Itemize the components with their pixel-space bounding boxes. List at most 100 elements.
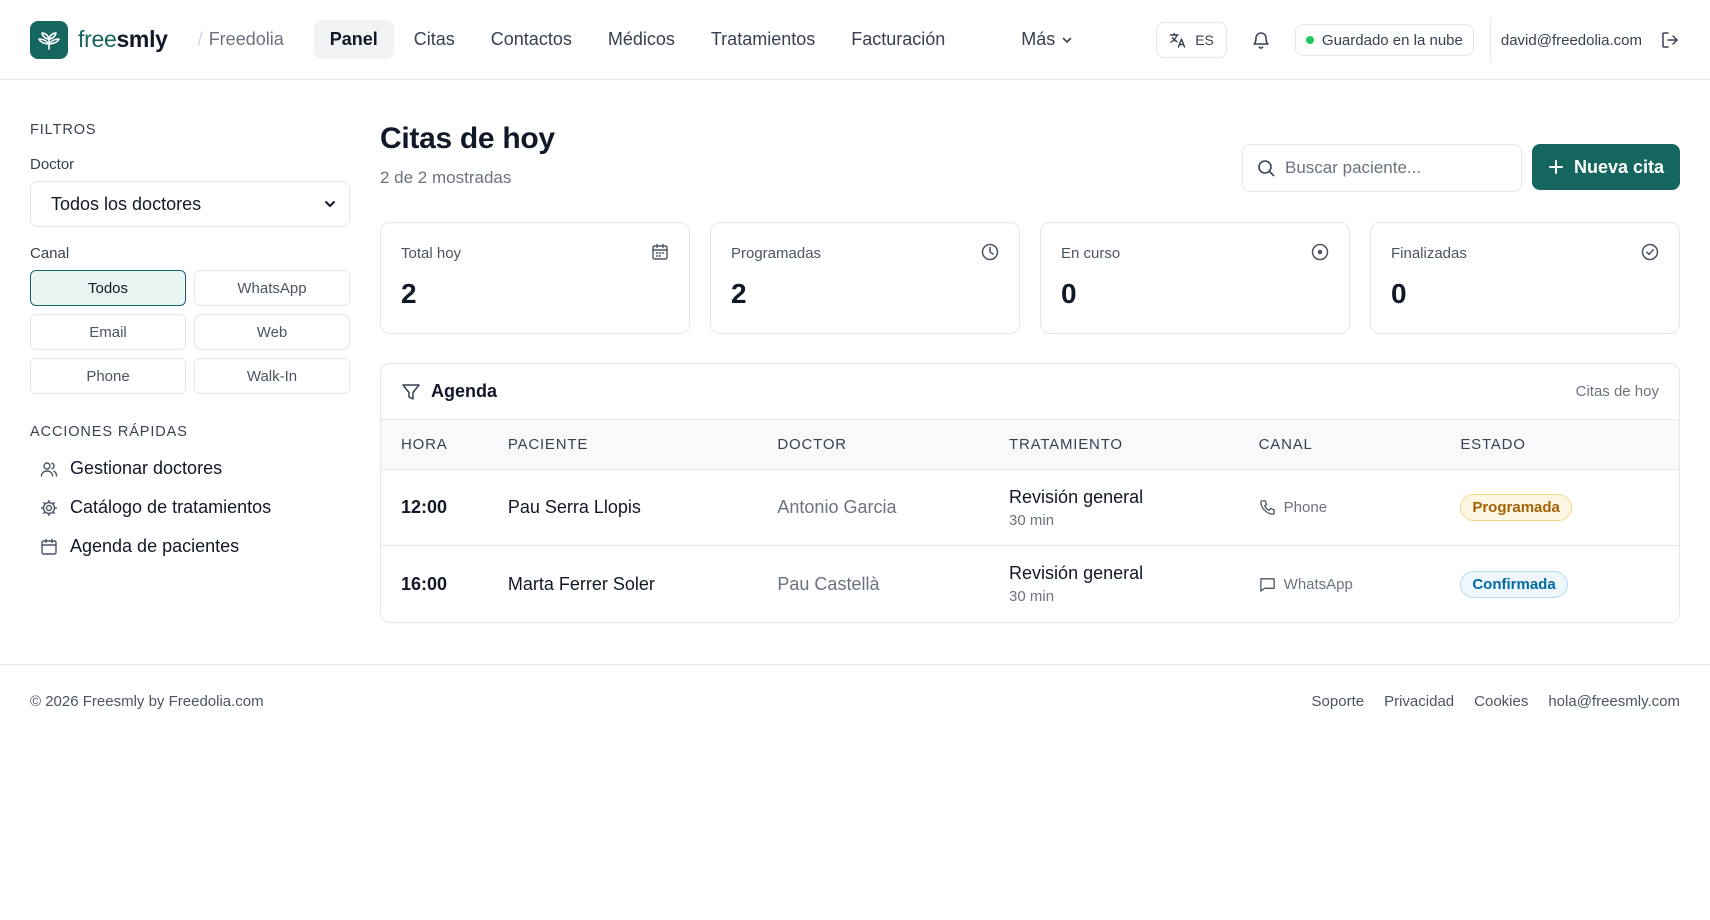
stat-value: 2 (731, 278, 747, 309)
brand-name-smly: smly (116, 26, 168, 52)
quick-actions-title: ACCIONES RÁPIDAS (30, 424, 188, 440)
channel-filter: Todos WhatsApp Email Web Phone Walk-In (30, 270, 350, 394)
agenda-subtitle: Citas de hoy (1575, 383, 1659, 400)
top-header: freesmly / Freedolia Panel Citas Contacto… (0, 0, 1710, 80)
status-badge: Programada (1460, 494, 1572, 521)
calendar-icon (40, 538, 58, 556)
header-divider (1489, 18, 1491, 62)
treatment-name: Revisión general (1009, 486, 1144, 507)
quick-action-patient-agenda[interactable]: Agenda de pacientes (30, 536, 350, 557)
header-actions: ES Guardado en la nube david@freedolia.c… (1156, 0, 1680, 80)
phone-icon (1259, 499, 1276, 516)
nav-tratamientos[interactable]: Tratamientos (695, 20, 831, 59)
column-header-paciente: PACIENTE (507, 436, 589, 453)
user-email[interactable]: david@freedolia.com (1501, 32, 1642, 49)
table-row[interactable]: 16:00 Marta Ferrer Soler Pau Castellà Re… (381, 546, 1679, 622)
language-button[interactable]: ES (1156, 22, 1227, 58)
cloud-status: Guardado en la nube (1294, 24, 1474, 56)
message-icon (1259, 576, 1276, 593)
footer-link-contact-email[interactable]: hola@freesmly.com (1548, 693, 1680, 710)
appointment-time: 12:00 (401, 497, 448, 517)
column-header-estado: ESTADO (1460, 436, 1526, 453)
org-separator: / (197, 29, 203, 49)
channel-chip-phone[interactable]: Phone (30, 358, 186, 394)
column-header-hora: HORA (401, 436, 448, 453)
column-header-canal: CANAL (1258, 436, 1313, 453)
stat-label: Programadas (731, 245, 822, 262)
new-appointment-button[interactable]: Nueva cita (1532, 144, 1680, 190)
appointment-treatment: Revisión general 30 min (1009, 487, 1259, 529)
stat-value: 2 (401, 278, 417, 309)
nav-more[interactable]: Más (1005, 20, 1089, 59)
doctor-select-value: Todos los doctores (51, 193, 202, 214)
stat-card-finished: Finalizadas 0 (1370, 222, 1680, 334)
main-nav: Panel Citas Contactos Médicos Tratamient… (313, 20, 1090, 59)
nav-contactos[interactable]: Contactos (475, 20, 588, 59)
filters-title: FILTROS (30, 122, 97, 138)
footer-links: Soporte Privacidad Cookies hola@freesmly… (1312, 693, 1680, 710)
cloud-status-dot (1305, 36, 1314, 44)
notifications-button[interactable] (1251, 30, 1271, 50)
channel-chip-todos[interactable]: Todos (30, 270, 186, 306)
appointment-doctor: Antonio Garcia (777, 497, 897, 517)
appointment-channel: WhatsApp (1259, 576, 1461, 593)
brand-name: freesmly (78, 26, 168, 53)
chevron-down-icon (1061, 34, 1073, 46)
quick-action-label: Catálogo de tratamientos (70, 497, 272, 517)
copyright: © 2026 Freesmly by Freedolia.com (30, 693, 264, 710)
nav-more-label: Más (1021, 29, 1056, 49)
channel-chip-email[interactable]: Email (30, 314, 186, 350)
agenda-title: Agenda (431, 381, 498, 401)
channel-label: Phone (1283, 499, 1328, 516)
channel-chip-web[interactable]: Web (194, 314, 350, 350)
footer-link-privacidad[interactable]: Privacidad (1384, 693, 1454, 710)
stat-value: 0 (1391, 278, 1407, 309)
plus-icon (1548, 159, 1564, 175)
quick-action-label: Agenda de pacientes (70, 536, 240, 556)
new-appointment-label: Nueva cita (1573, 156, 1665, 177)
appointment-status: Programada (1460, 494, 1679, 521)
footer-link-soporte[interactable]: Soporte (1312, 693, 1365, 710)
logo-mark-icon (30, 20, 68, 59)
app-logo[interactable]: freesmly (30, 20, 168, 59)
appointment-patient: Pau Serra Llopis (507, 497, 641, 517)
patient-search[interactable] (1242, 144, 1522, 192)
appointment-doctor: Pau Castellà (777, 573, 880, 594)
nav-medicos[interactable]: Médicos (592, 20, 691, 59)
treatment-name: Revisión general (1009, 563, 1144, 583)
nav-citas[interactable]: Citas (398, 20, 471, 59)
nav-panel[interactable]: Panel (313, 20, 394, 59)
brand-name-free: free (78, 26, 117, 52)
table-row[interactable]: 12:00 Pau Serra Llopis Antonio Garcia Re… (381, 470, 1679, 546)
appointment-time: 16:00 (401, 573, 448, 594)
channel-label: WhatsApp (1283, 575, 1353, 593)
column-header-tratamiento: TRATAMIENTO (1009, 436, 1123, 453)
stat-label: En curso (1061, 245, 1121, 262)
appointment-status: Confirmada (1460, 570, 1679, 598)
channel-chip-whatsapp[interactable]: WhatsApp (194, 270, 350, 306)
doctor-label: Doctor (30, 156, 75, 173)
stat-card-total: Total hoy 2 (380, 222, 690, 334)
chevron-down-icon (323, 197, 337, 211)
agenda-header: Agenda Citas de hoy (381, 364, 1679, 420)
clock-icon (981, 243, 999, 261)
calendar-icon (651, 243, 669, 261)
target-icon (1311, 243, 1329, 261)
logout-button[interactable] (1660, 30, 1680, 50)
treatment-duration: 30 min (1009, 588, 1055, 605)
stat-label: Total hoy (401, 245, 462, 262)
org-label: Freedolia (208, 29, 284, 49)
quick-action-manage-doctors[interactable]: Gestionar doctores (30, 458, 350, 479)
doctor-select[interactable]: Todos los doctores (30, 181, 350, 227)
gear-icon (40, 499, 58, 517)
quick-action-treatments-catalog[interactable]: Catálogo de tratamientos (30, 497, 350, 518)
search-input[interactable] (1285, 158, 1505, 178)
check-circle-icon (1641, 243, 1659, 261)
nav-facturacion[interactable]: Facturación (835, 20, 961, 59)
translate-icon (1169, 32, 1187, 48)
footer-link-cookies[interactable]: Cookies (1474, 693, 1528, 710)
status-badge: Confirmada (1460, 570, 1568, 598)
table-header: HORA PACIENTE DOCTOR TRATAMIENTO CANAL E… (381, 420, 1679, 470)
stats-row: Total hoy 2 Programadas 2 En curso 0 Fin… (380, 222, 1680, 334)
channel-chip-walk-in[interactable]: Walk-In (194, 358, 350, 394)
